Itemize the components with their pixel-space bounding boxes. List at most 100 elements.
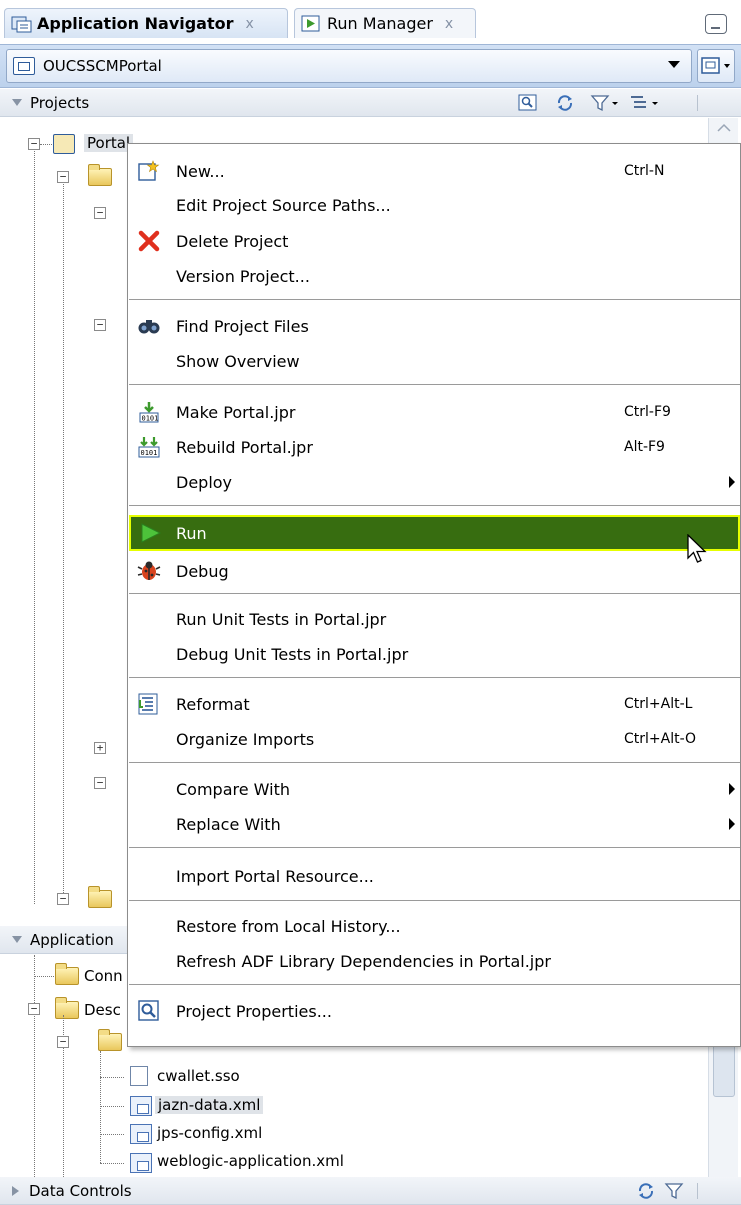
menu-separator bbox=[129, 762, 740, 763]
menu-item-import-portal-resource[interactable]: Import Portal Resource... bbox=[129, 859, 740, 893]
application-selector-bar: OUCSSCMPortal bbox=[0, 44, 741, 88]
tree-item-descriptors[interactable]: Desc bbox=[84, 1001, 121, 1019]
tree-guide-line bbox=[100, 1051, 101, 1163]
application-name: OUCSSCMPortal bbox=[43, 57, 162, 75]
menu-item-refresh-adf-library[interactable]: Refresh ADF Library Dependencies in Port… bbox=[129, 944, 740, 978]
new-gallery-icon bbox=[137, 160, 161, 182]
xml-file-icon bbox=[130, 1153, 152, 1173]
folder-icon bbox=[88, 164, 112, 186]
section-title: Data Controls bbox=[29, 1181, 132, 1200]
svg-text:0101: 0101 bbox=[141, 449, 158, 457]
menu-item-debug-unit-tests[interactable]: Debug Unit Tests in Portal.jpr bbox=[129, 637, 740, 671]
collapse-toggle-icon[interactable]: − bbox=[57, 893, 69, 905]
search-icon[interactable] bbox=[518, 94, 538, 112]
menu-separator bbox=[129, 984, 740, 985]
properties-icon bbox=[137, 1000, 161, 1022]
tree-branch-line bbox=[100, 1163, 124, 1164]
menu-item-replace-with[interactable]: Replace With bbox=[129, 807, 740, 841]
refresh-icon[interactable] bbox=[636, 1182, 656, 1200]
tree-item-jps-config[interactable]: jps-config.xml bbox=[157, 1124, 262, 1142]
application-icon bbox=[13, 57, 35, 75]
collapse-triangle-icon bbox=[12, 936, 22, 943]
expand-toggle-icon[interactable]: + bbox=[94, 742, 106, 754]
tree-item-cwallet[interactable]: cwallet.sso bbox=[157, 1067, 240, 1085]
menu-item-compare-with[interactable]: Compare With bbox=[129, 772, 740, 806]
collapse-triangle-icon bbox=[12, 99, 22, 106]
tab-application-navigator[interactable]: Application Navigator x bbox=[4, 8, 288, 38]
close-icon[interactable]: x bbox=[246, 16, 254, 32]
close-icon[interactable]: x bbox=[445, 16, 453, 32]
tree-item-connections[interactable]: Conn bbox=[84, 967, 123, 985]
tree-item-portal[interactable]: Portal bbox=[84, 134, 134, 152]
chevron-down-icon[interactable] bbox=[668, 61, 680, 68]
menu-item-make[interactable]: 0101 Make Portal.jpr Ctrl-F9 bbox=[129, 395, 740, 429]
filter-icon[interactable] bbox=[664, 1182, 684, 1200]
menu-item-new[interactable]: New... Ctrl-N bbox=[129, 154, 740, 188]
collapse-toggle-icon[interactable]: − bbox=[57, 1036, 69, 1048]
section-title: Application bbox=[30, 930, 114, 949]
project-context-menu: New... Ctrl-N Edit Project Source Paths.… bbox=[127, 143, 741, 1047]
tree-guide-line bbox=[34, 955, 35, 1177]
collapse-toggle-icon[interactable]: − bbox=[94, 777, 106, 789]
application-dropdown[interactable]: OUCSSCMPortal bbox=[6, 49, 692, 83]
data-controls-header[interactable]: Data Controls bbox=[0, 1177, 741, 1205]
debug-bug-icon bbox=[137, 560, 161, 582]
menu-item-delete-project[interactable]: Delete Project bbox=[129, 224, 740, 258]
tree-guide-line bbox=[34, 144, 35, 904]
menu-item-run-unit-tests[interactable]: Run Unit Tests in Portal.jpr bbox=[129, 602, 740, 636]
tree-options-icon[interactable] bbox=[628, 94, 668, 112]
tab-run-manager[interactable]: Run Manager x bbox=[294, 8, 476, 38]
filter-icon[interactable] bbox=[590, 94, 624, 112]
run-play-icon bbox=[139, 522, 163, 544]
menu-item-debug[interactable]: Debug bbox=[129, 554, 740, 588]
submenu-arrow-icon bbox=[729, 783, 735, 795]
tree-branch-line bbox=[100, 1134, 124, 1135]
folder-icon bbox=[98, 1029, 122, 1051]
tree-item-jazn-data[interactable]: jazn-data.xml bbox=[155, 1096, 264, 1114]
projects-section-header[interactable]: Projects bbox=[0, 89, 741, 117]
menu-separator bbox=[129, 505, 740, 506]
menu-item-organize-imports[interactable]: Organize Imports Ctrl+Alt-O bbox=[129, 722, 740, 756]
menu-separator bbox=[129, 847, 740, 848]
delete-x-icon bbox=[137, 230, 161, 252]
menu-item-find-project-files[interactable]: Find Project Files bbox=[129, 309, 740, 343]
tab-label: Run Manager bbox=[327, 14, 433, 33]
menu-item-restore-local-history[interactable]: Restore from Local History... bbox=[129, 909, 740, 943]
application-menu-button[interactable] bbox=[697, 49, 735, 83]
collapse-toggle-icon[interactable]: − bbox=[28, 138, 40, 150]
scroll-up-icon[interactable] bbox=[709, 118, 739, 138]
rebuild-icon: 0101 bbox=[137, 436, 161, 458]
menu-separator bbox=[129, 384, 740, 385]
menu-item-run[interactable]: Run bbox=[129, 515, 740, 563]
minimize-icon[interactable] bbox=[705, 14, 727, 34]
menu-item-project-properties[interactable]: Project Properties... bbox=[129, 994, 740, 1028]
application-menu-icon bbox=[701, 57, 730, 74]
folder-icon bbox=[55, 997, 79, 1019]
tree-guide-line bbox=[63, 180, 64, 905]
collapse-toggle-icon[interactable]: − bbox=[94, 319, 106, 331]
collapse-toggle-icon[interactable]: − bbox=[57, 171, 69, 183]
section-title: Projects bbox=[30, 93, 90, 112]
tree-branch-line bbox=[100, 1077, 124, 1078]
menu-separator bbox=[129, 593, 740, 594]
application-navigator-icon bbox=[11, 15, 33, 33]
menu-item-reformat[interactable]: Reformat Ctrl+Alt-L bbox=[129, 687, 740, 721]
menu-item-version-project[interactable]: Version Project... bbox=[129, 259, 740, 293]
collapse-toggle-icon[interactable]: − bbox=[28, 1003, 40, 1015]
refresh-icon[interactable] bbox=[555, 94, 575, 112]
menu-separator bbox=[129, 900, 740, 901]
menu-item-rebuild[interactable]: 0101 Rebuild Portal.jpr Alt-F9 bbox=[129, 430, 740, 464]
tree-item-weblogic-application[interactable]: weblogic-application.xml bbox=[157, 1152, 344, 1170]
collapse-toggle-icon[interactable]: − bbox=[94, 207, 106, 219]
menu-item-edit-source-paths[interactable]: Edit Project Source Paths... bbox=[129, 188, 740, 222]
xml-file-icon bbox=[130, 1124, 152, 1144]
folder-icon bbox=[55, 963, 79, 985]
submenu-arrow-icon bbox=[729, 818, 735, 830]
menu-separator bbox=[129, 299, 740, 300]
tree-branch-line bbox=[100, 1106, 124, 1107]
make-icon: 0101 bbox=[137, 401, 161, 423]
menu-item-deploy[interactable]: Deploy bbox=[129, 465, 740, 499]
menu-item-show-overview[interactable]: Show Overview bbox=[129, 344, 740, 378]
menu-separator bbox=[129, 677, 740, 678]
submenu-arrow-icon bbox=[729, 476, 735, 488]
